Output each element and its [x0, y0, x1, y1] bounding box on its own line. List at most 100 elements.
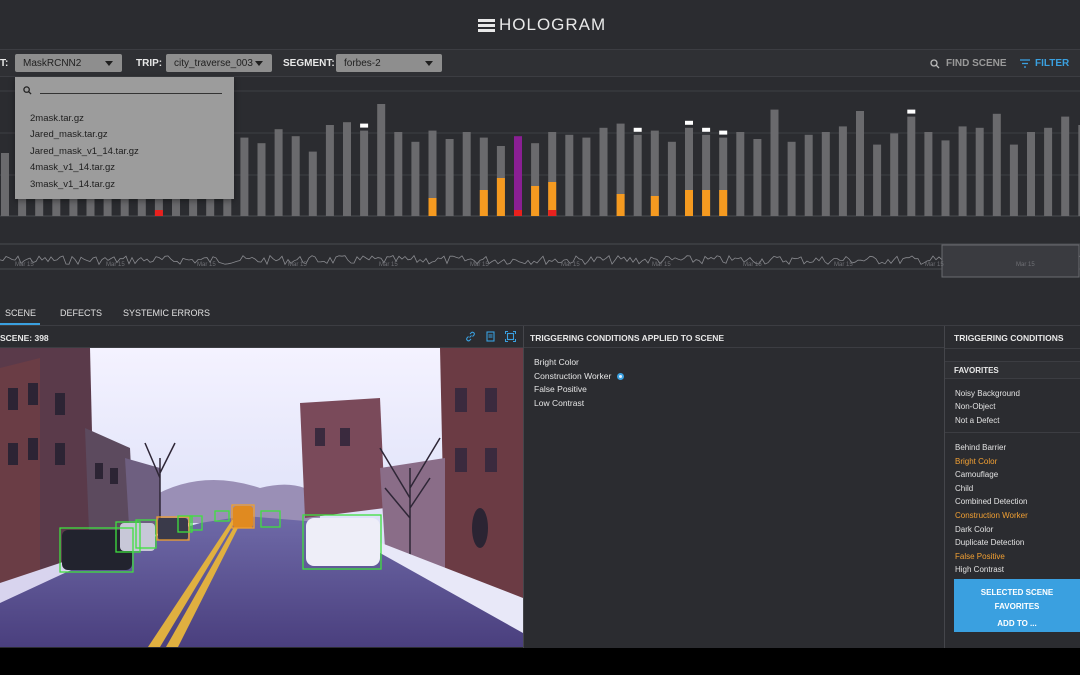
- chart-bar-marker[interactable]: [719, 130, 728, 135]
- condition-item[interactable]: Behind Barrier: [955, 443, 1006, 452]
- chart-bar-marker[interactable]: [685, 120, 693, 125]
- chart-bar[interactable]: [992, 113, 1001, 216]
- dropdown-option[interactable]: 2mask.tar.gz: [30, 113, 84, 124]
- condition-item[interactable]: Dark Color: [955, 525, 993, 534]
- document-icon[interactable]: [485, 331, 496, 342]
- chart-bar[interactable]: [958, 126, 967, 216]
- dropdown-search-input[interactable]: [40, 93, 222, 94]
- chart-bar-segment[interactable]: [479, 190, 488, 216]
- chart-bar[interactable]: [736, 132, 745, 216]
- chart-bar[interactable]: [257, 143, 266, 216]
- chart-bar-segment[interactable]: [496, 178, 505, 216]
- applied-condition-item[interactable]: Bright Color: [534, 357, 579, 367]
- chart-bar[interactable]: [1027, 132, 1035, 216]
- dropdown-option[interactable]: 4mask_v1_14.tar.gz: [30, 162, 115, 173]
- chart-bar[interactable]: [377, 104, 386, 216]
- chart-bar-segment[interactable]: [719, 190, 728, 216]
- chart-bar[interactable]: [445, 139, 454, 216]
- timeline-brush[interactable]: Mar 15 Mar 15 Mar 15 Mar 15 Mar 15 Mar 15 Mar …: [0, 243, 1080, 283]
- chart-bar[interactable]: [924, 132, 933, 216]
- condition-item[interactable]: Bright Color: [955, 457, 997, 466]
- dropdown-option[interactable]: 3mask_v1_14.tar.gz: [30, 179, 115, 190]
- chart-bar[interactable]: [804, 134, 813, 216]
- chart-bar[interactable]: [325, 125, 334, 216]
- chart-bar[interactable]: [753, 139, 762, 216]
- dropdown-search[interactable]: [23, 86, 222, 95]
- applied-condition-item[interactable]: Low Contrast: [534, 398, 584, 408]
- dropdown-option[interactable]: Jared_mask_v1_14.tar.gz: [30, 146, 139, 157]
- chart-bar[interactable]: [582, 137, 591, 216]
- tab-scene[interactable]: SCENE: [5, 308, 36, 318]
- tab-bar: SCENE DEFECTS SYSTEMIC ERRORS: [0, 300, 1080, 326]
- chart-bar-segment[interactable]: [650, 196, 659, 216]
- dropdown-option[interactable]: Jared_mask.tar.gz: [30, 129, 108, 140]
- applied-condition-item[interactable]: False Positive: [534, 384, 587, 394]
- chart-bar[interactable]: [856, 111, 864, 216]
- chart-bar[interactable]: [240, 137, 249, 216]
- chart-bar-segment[interactable]: [531, 186, 540, 216]
- tab-systemic-errors[interactable]: SYSTEMIC ERRORS: [123, 308, 210, 318]
- chart-bar-segment[interactable]: [154, 210, 163, 216]
- condition-item[interactable]: Duplicate Detection: [955, 538, 1024, 547]
- model-select[interactable]: MaskRCNN2: [15, 54, 122, 72]
- scene-image[interactable]: [0, 348, 523, 647]
- remove-condition-icon[interactable]: [617, 372, 625, 380]
- favorite-condition-item[interactable]: Noisy Background: [955, 389, 1020, 398]
- chart-bar[interactable]: [633, 134, 642, 216]
- chart-bar-marker[interactable]: [702, 127, 711, 132]
- chart-bar[interactable]: [274, 129, 283, 216]
- chart-bar[interactable]: [1044, 127, 1053, 216]
- condition-item[interactable]: Camouflage: [955, 470, 998, 479]
- chart-bar[interactable]: [462, 132, 471, 216]
- chart-bar[interactable]: [821, 132, 830, 216]
- favorite-condition-item[interactable]: Not a Defect: [955, 416, 999, 425]
- chart-bar[interactable]: [343, 122, 351, 216]
- chart-bar[interactable]: [308, 151, 317, 216]
- condition-item[interactable]: False Positive: [955, 552, 1005, 561]
- chart-bar[interactable]: [599, 127, 608, 216]
- condition-item[interactable]: Child: [955, 484, 973, 493]
- condition-item[interactable]: Combined Detection: [955, 497, 1027, 506]
- chart-bar[interactable]: [394, 132, 403, 216]
- find-scene-button[interactable]: FIND SCENE: [930, 58, 1007, 69]
- chart-bar-segment[interactable]: [428, 198, 437, 216]
- tab-defects[interactable]: DEFECTS: [60, 308, 102, 318]
- chart-bar-segment[interactable]: [702, 190, 711, 216]
- condition-item[interactable]: High Contrast: [955, 565, 1004, 574]
- add-to-favorites-button[interactable]: SELECTED SCENE FAVORITES ADD TO ...: [954, 579, 1080, 632]
- chart-bar[interactable]: [291, 136, 300, 216]
- condition-item[interactable]: Construction Worker: [955, 511, 1028, 520]
- chart-bar[interactable]: [941, 140, 950, 216]
- chart-bar[interactable]: [890, 133, 899, 216]
- chart-bar-segment[interactable]: [514, 210, 522, 216]
- model-dropdown-menu: 2mask.tar.gz Jared_mask.tar.gz Jared_mas…: [15, 77, 234, 199]
- trip-select[interactable]: city_traverse_003: [166, 54, 272, 72]
- filter-button[interactable]: FILTER: [1020, 58, 1069, 69]
- link-icon[interactable]: [465, 331, 476, 342]
- chart-bar[interactable]: [838, 126, 847, 216]
- chart-bar-marker[interactable]: [907, 109, 916, 114]
- chart-bar-segment[interactable]: [616, 194, 625, 216]
- chart-bar[interactable]: [514, 136, 522, 216]
- chart-bar[interactable]: [667, 141, 676, 216]
- button-line-2: FAVORITES: [994, 602, 1040, 611]
- chart-bar-segment[interactable]: [685, 190, 693, 216]
- chart-bar-segment[interactable]: [548, 210, 557, 216]
- chart-bar[interactable]: [360, 130, 369, 216]
- chart-bar[interactable]: [411, 141, 420, 216]
- chart-bar[interactable]: [1061, 116, 1070, 216]
- chart-bar[interactable]: [1, 153, 9, 216]
- chart-bar[interactable]: [787, 141, 796, 216]
- chart-bar[interactable]: [1009, 144, 1018, 216]
- chart-bar-marker[interactable]: [360, 123, 369, 128]
- chart-bar[interactable]: [565, 134, 574, 216]
- chart-bar[interactable]: [873, 144, 882, 216]
- chart-bar-marker[interactable]: [633, 127, 642, 132]
- bounding-box-icon[interactable]: [505, 331, 516, 342]
- favorite-condition-item[interactable]: Non-Object: [955, 402, 995, 411]
- chart-bar[interactable]: [907, 116, 916, 216]
- segment-select[interactable]: forbes-2: [336, 54, 442, 72]
- chart-bar[interactable]: [770, 109, 779, 216]
- applied-condition-item[interactable]: Construction Worker: [534, 371, 625, 381]
- chart-bar[interactable]: [975, 127, 984, 216]
